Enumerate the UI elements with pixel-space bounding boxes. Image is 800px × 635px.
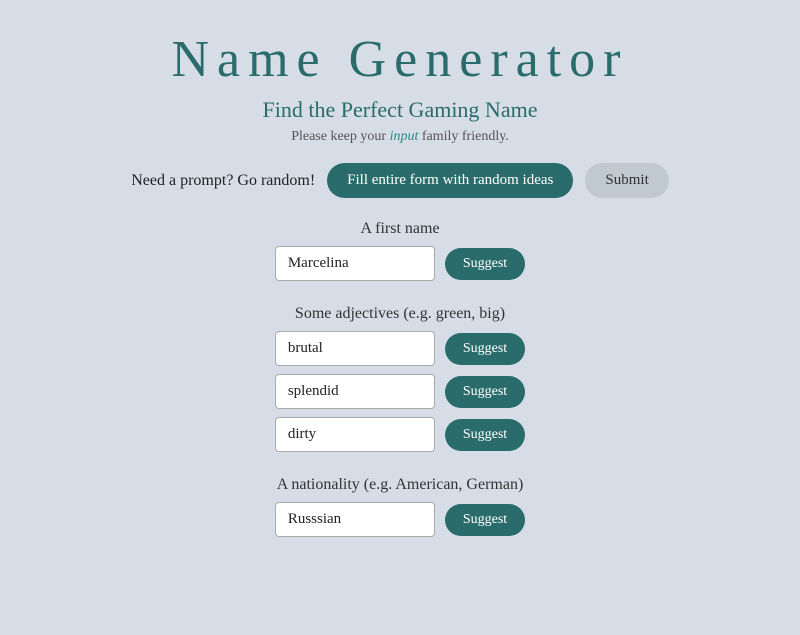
field-row-adjectives-2: Suggest xyxy=(275,417,525,452)
submit-button[interactable]: Submit xyxy=(585,163,668,198)
input-adjectives-2[interactable] xyxy=(275,417,435,452)
section-first-name: A first name Suggest xyxy=(275,220,525,289)
note-link: input xyxy=(390,129,419,144)
section-adjectives: Some adjectives (e.g. green, big) Suggest… xyxy=(275,305,525,460)
section-label-first-name: A first name xyxy=(360,220,439,238)
field-row-first-name-0: Suggest xyxy=(275,246,525,281)
field-row-adjectives-0: Suggest xyxy=(275,331,525,366)
form-sections: A first nameSuggestSome adjectives (e.g.… xyxy=(275,220,525,561)
page-subtitle: Find the Perfect Gaming Name xyxy=(263,97,538,123)
input-adjectives-1[interactable] xyxy=(275,374,435,409)
suggest-button-adjectives-2[interactable]: Suggest xyxy=(445,419,525,451)
suggest-button-first-name-0[interactable]: Suggest xyxy=(445,248,525,280)
page-title: Name Generator xyxy=(171,30,628,89)
suggest-button-nationality-0[interactable]: Suggest xyxy=(445,504,525,536)
section-label-adjectives: Some adjectives (e.g. green, big) xyxy=(295,305,505,323)
suggest-button-adjectives-0[interactable]: Suggest xyxy=(445,333,525,365)
section-label-nationality: A nationality (e.g. American, German) xyxy=(277,476,524,494)
input-nationality-0[interactable] xyxy=(275,502,435,537)
fill-random-button[interactable]: Fill entire form with random ideas xyxy=(327,163,573,198)
random-row: Need a prompt? Go random! Fill entire fo… xyxy=(40,163,760,198)
input-first-name-0[interactable] xyxy=(275,246,435,281)
section-nationality: A nationality (e.g. American, German) Sug… xyxy=(275,476,525,545)
suggest-button-adjectives-1[interactable]: Suggest xyxy=(445,376,525,408)
field-row-nationality-0: Suggest xyxy=(275,502,525,537)
family-note: Please keep your input family friendly. xyxy=(291,129,509,145)
random-prompt-text: Need a prompt? Go random! xyxy=(131,172,315,190)
field-row-adjectives-1: Suggest xyxy=(275,374,525,409)
input-adjectives-0[interactable] xyxy=(275,331,435,366)
